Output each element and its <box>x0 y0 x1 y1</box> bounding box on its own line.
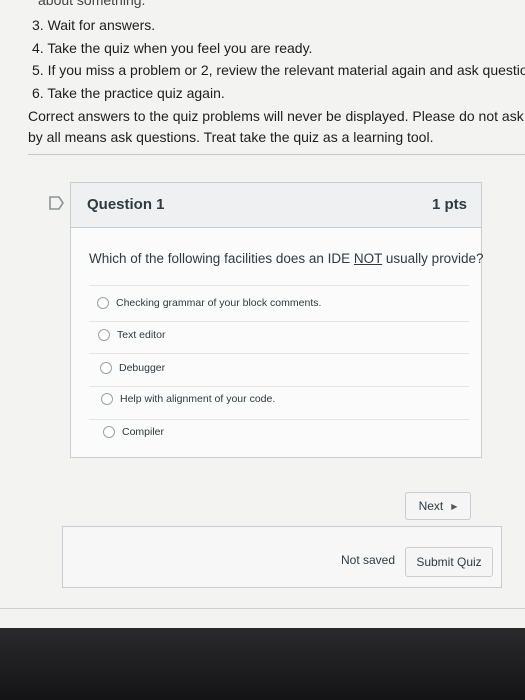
caret-right-icon: ▶ <box>451 501 458 511</box>
instruction-step: 3. Wait for answers. <box>32 17 156 33</box>
radio-button[interactable] <box>101 393 113 405</box>
notice-line: Correct answers to the quiz problems wil… <box>28 108 525 124</box>
answer-label: Text editor <box>117 329 166 341</box>
notice-text: Correct answers to the quiz problems wil… <box>28 106 525 148</box>
divider <box>89 321 469 322</box>
radio-button[interactable] <box>103 426 115 438</box>
submit-quiz-button[interactable]: Submit Quiz <box>405 547 493 577</box>
divider <box>89 419 469 420</box>
divider <box>0 608 525 609</box>
question-text-emphasis: NOT <box>353 251 383 266</box>
answer-option[interactable]: Checking grammar of your block comments. <box>97 297 321 309</box>
next-label: Next <box>418 499 444 513</box>
answer-option[interactable]: Debugger <box>100 362 165 374</box>
divider <box>89 353 469 354</box>
answer-option[interactable]: Compiler <box>103 426 164 438</box>
flag-question-icon[interactable] <box>47 195 65 211</box>
submit-bar: Not saved Submit Quiz <box>62 526 502 588</box>
divider <box>89 386 469 387</box>
radio-button[interactable] <box>100 362 112 374</box>
answer-label: Help with alignment of your code. <box>120 393 276 405</box>
question-title: Question 1 <box>87 196 165 213</box>
question-card: Question 1 1 pts Which of the following … <box>70 182 483 458</box>
radio-button[interactable] <box>97 297 109 309</box>
answer-label: Checking grammar of your block comments. <box>116 297 322 309</box>
question-text-part: usually provide? <box>382 251 484 266</box>
next-button[interactable]: Next ▶ <box>405 492 471 520</box>
device-bezel <box>0 628 525 700</box>
question-points: 1 pts <box>431 196 467 213</box>
answer-label: Compiler <box>122 426 165 438</box>
radio-button[interactable] <box>98 329 110 341</box>
divider <box>89 285 469 286</box>
question-text-part: Which of the following facilities does a… <box>89 251 354 266</box>
answer-label: Debugger <box>119 362 166 374</box>
notice-line: by all means ask questions. Treat take t… <box>28 129 434 145</box>
instruction-step: 4. Take the quiz when you feel you are r… <box>32 39 313 56</box>
divider <box>28 154 525 155</box>
question-text: Which of the following facilities does a… <box>89 251 483 266</box>
submit-label: Submit Quiz <box>416 555 482 569</box>
answer-option[interactable]: Help with alignment of your code. <box>101 393 275 405</box>
quiz-screen: about something. 3. Wait for answers. 4.… <box>0 0 525 628</box>
clipped-text: about something. <box>38 0 146 8</box>
question-header: Question 1 1 pts <box>71 183 481 228</box>
answer-option[interactable]: Text editor <box>98 329 165 341</box>
instruction-step: 6. Take the practice quiz again. <box>32 84 225 101</box>
save-status: Not saved <box>341 553 396 567</box>
instruction-step: 5. If you miss a problem or 2, review th… <box>32 62 525 78</box>
instruction-list: 3. Wait for answers. 4. Take the quiz wh… <box>32 14 525 104</box>
